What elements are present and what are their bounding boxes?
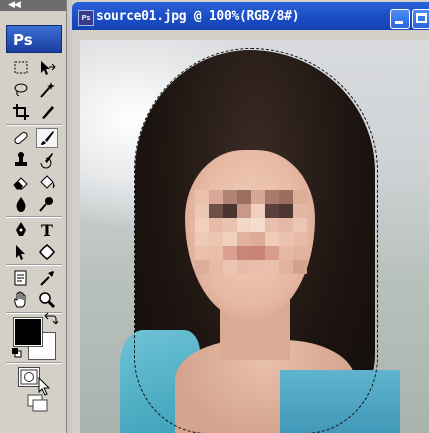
paint-bucket-tool-icon[interactable] (36, 172, 58, 192)
slice-tool-icon[interactable] (36, 102, 58, 122)
foreground-color-swatch[interactable] (13, 317, 43, 347)
document-icon: Ps (78, 10, 94, 26)
history-brush-tool-icon[interactable] (36, 150, 58, 170)
pen-tool-icon[interactable] (10, 220, 32, 240)
clone-stamp-tool-icon[interactable] (10, 150, 32, 170)
notes-tool-icon[interactable] (10, 268, 32, 288)
image-canvas[interactable] (80, 40, 429, 433)
quick-mask-icon (20, 369, 38, 385)
tool-separator (6, 362, 62, 364)
tool-separator (6, 124, 62, 126)
maximize-button[interactable] (412, 9, 429, 29)
hand-tool-icon[interactable] (10, 290, 32, 310)
swap-colors-icon[interactable] (44, 312, 58, 326)
magic-wand-tool-icon[interactable] (36, 80, 58, 100)
custom-shape-tool-icon[interactable] (36, 242, 58, 262)
eraser-tool-icon[interactable] (10, 172, 32, 192)
blur-tool-icon[interactable] (10, 194, 32, 214)
move-tool-icon[interactable] (36, 58, 58, 78)
crop-tool-icon[interactable] (10, 102, 32, 122)
tools-palette: ◀◀ Ps T (0, 0, 67, 433)
minimize-button[interactable] (390, 9, 410, 29)
default-colors-icon[interactable] (12, 348, 22, 358)
document-titlebar[interactable]: Ps source01.jpg @ 100%(RGB/8#) (72, 2, 429, 30)
tool-separator (6, 216, 62, 218)
lasso-tool-icon[interactable] (10, 80, 32, 100)
dodge-tool-icon[interactable] (36, 194, 58, 214)
eyedropper-tool-icon[interactable] (36, 268, 58, 288)
selection-marquee (134, 48, 378, 433)
brush-tool-icon[interactable] (36, 128, 58, 148)
screen-mode-icon (27, 394, 48, 412)
document-window: Ps source01.jpg @ 100%(RGB/8#) (72, 0, 429, 433)
tool-separator (6, 264, 62, 266)
quick-mask-mode-button[interactable] (18, 367, 40, 387)
screen-mode-button[interactable] (26, 393, 50, 413)
rectangular-marquee-tool-icon[interactable] (10, 58, 32, 78)
photoshop-logo[interactable]: Ps (6, 25, 62, 53)
document-title: source01.jpg @ 100%(RGB/8#) (96, 9, 300, 24)
type-tool-icon[interactable]: T (36, 220, 58, 240)
palette-grip[interactable]: ◀◀ (0, 0, 66, 11)
zoom-tool-icon[interactable] (36, 290, 58, 310)
path-selection-tool-icon[interactable] (10, 242, 32, 262)
healing-brush-tool-icon[interactable] (10, 128, 32, 148)
